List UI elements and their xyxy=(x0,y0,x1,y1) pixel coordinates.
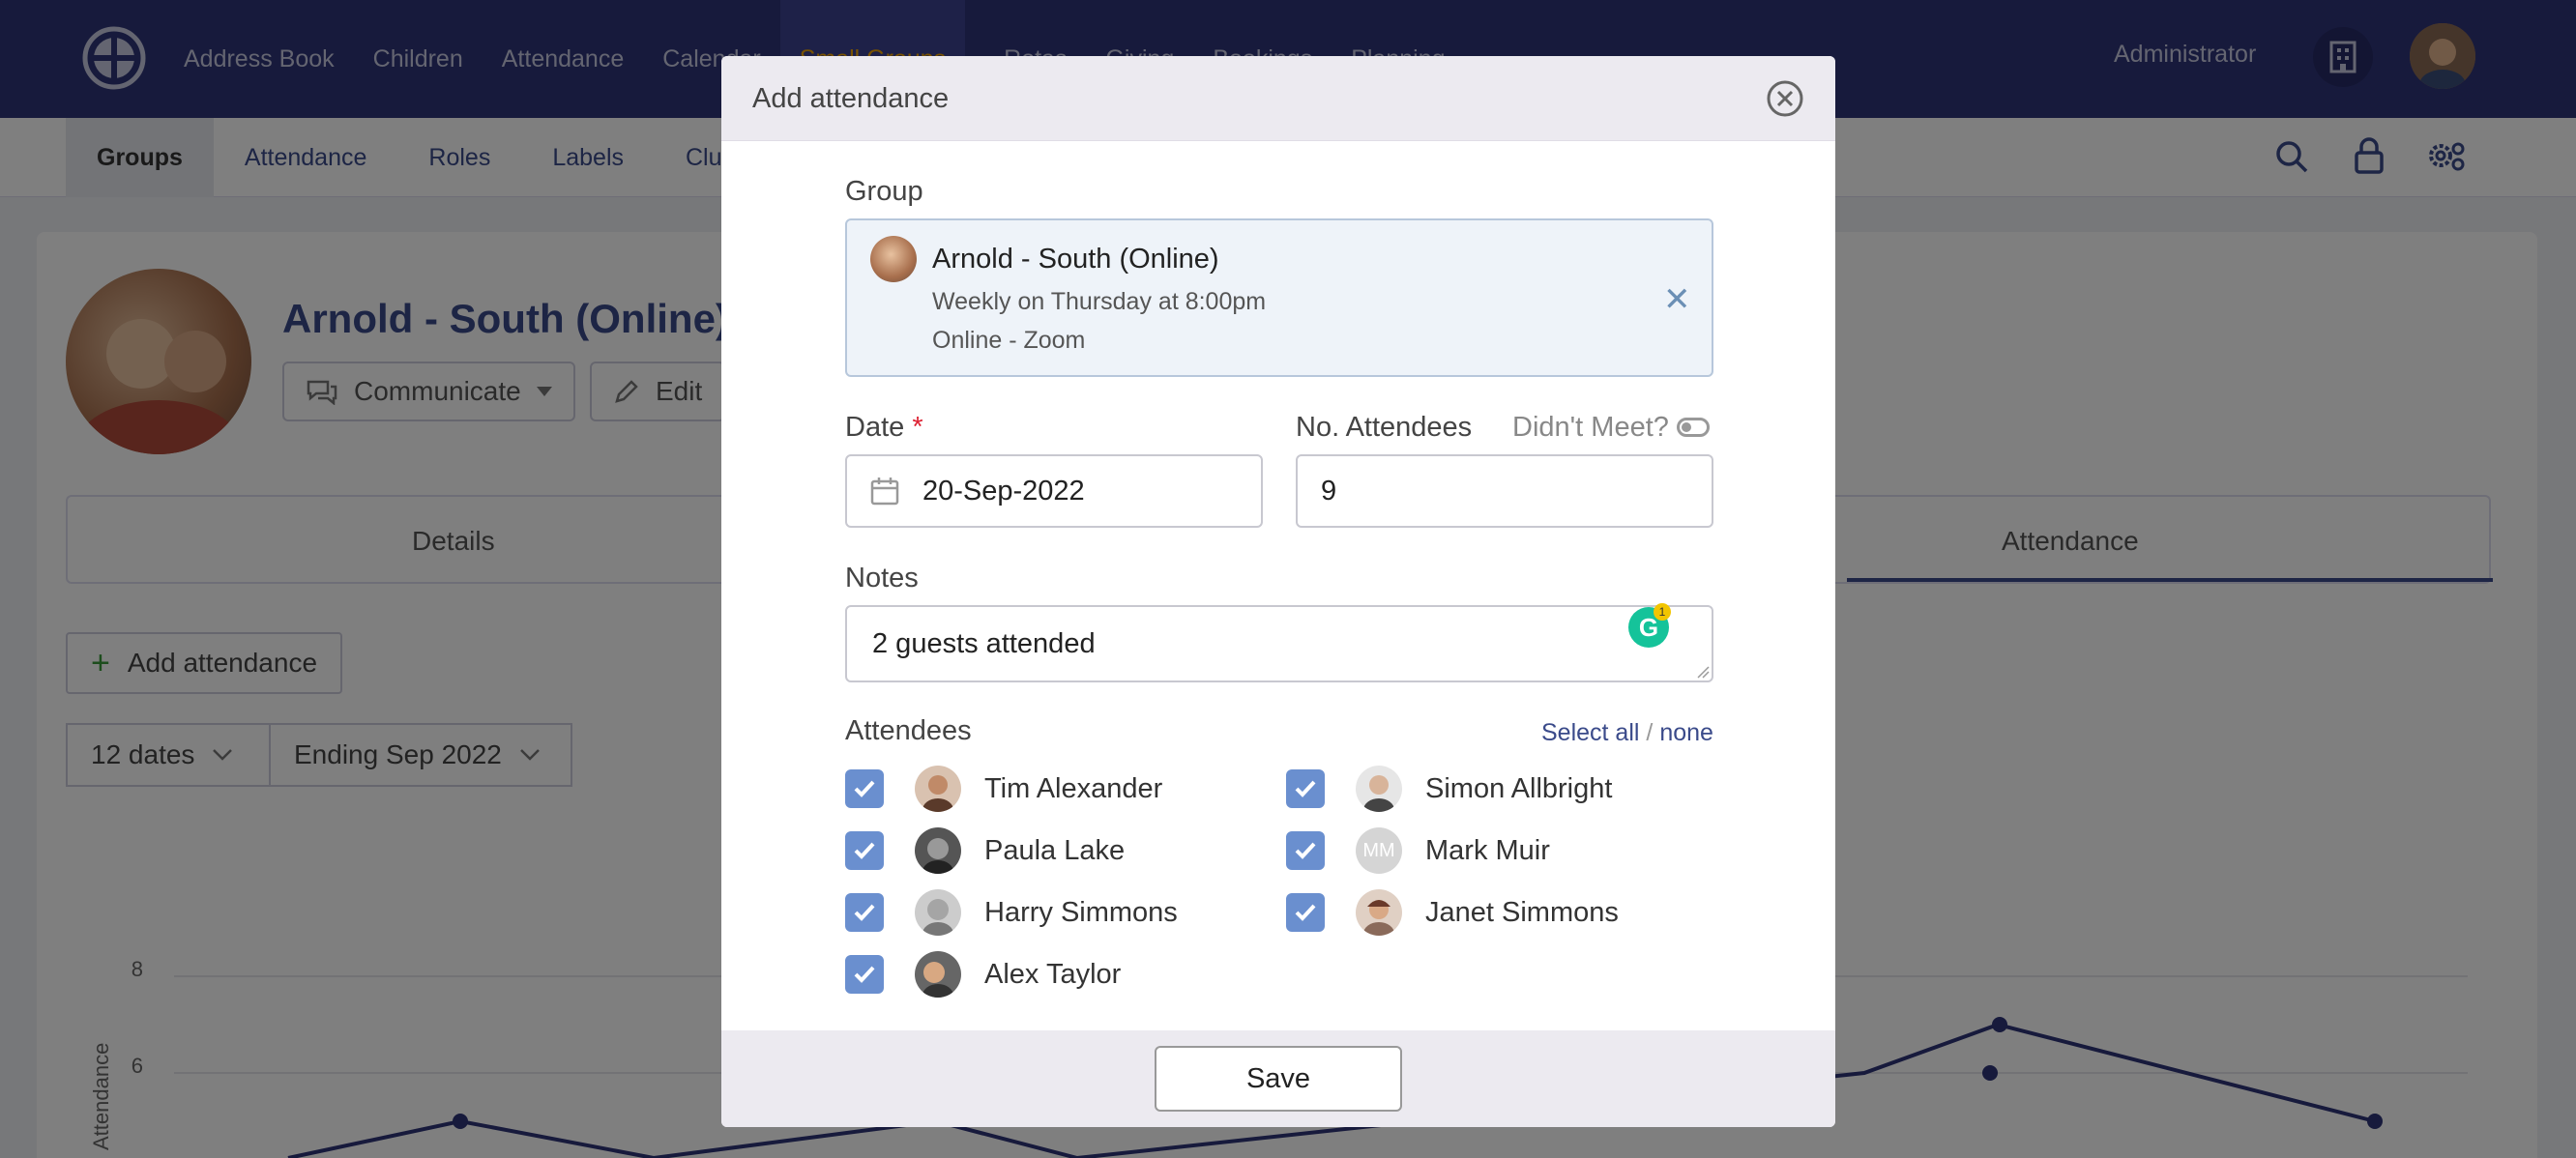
attendee-row[interactable]: MM Mark Muir xyxy=(1286,827,1550,874)
check-icon xyxy=(854,780,875,797)
didnt-meet-label: Didn't Meet? xyxy=(1512,412,1669,443)
check-icon xyxy=(1295,904,1316,921)
required-mark: * xyxy=(912,412,923,443)
attendees-label: Attendees xyxy=(845,715,972,746)
attendee-checkbox[interactable] xyxy=(845,955,884,994)
check-icon xyxy=(1295,842,1316,859)
attendee-row[interactable]: Harry Simmons xyxy=(845,889,1178,936)
attendee-checkbox[interactable] xyxy=(845,831,884,870)
modal-header: Add attendance xyxy=(721,56,1835,141)
notes-label: Notes xyxy=(845,563,919,593)
attendee-name: Alex Taylor xyxy=(984,958,1122,990)
select-all-none: Select all / none xyxy=(1541,719,1713,747)
attendee-name: Paula Lake xyxy=(984,834,1126,866)
attendee-initials-avatar: MM xyxy=(1356,827,1402,874)
attendee-count-value: 9 xyxy=(1321,475,1337,507)
check-icon xyxy=(854,904,875,921)
modal-footer: Save xyxy=(721,1030,1835,1127)
resize-handle-icon[interactable] xyxy=(1696,665,1710,679)
select-all-link[interactable]: Select all xyxy=(1541,719,1639,746)
check-icon xyxy=(854,966,875,983)
attendee-checkbox[interactable] xyxy=(1286,831,1325,870)
calendar-icon xyxy=(870,478,899,506)
attendee-avatar xyxy=(915,766,961,812)
attendee-checkbox[interactable] xyxy=(1286,769,1325,808)
notes-textarea[interactable]: 2 guests attended G 1 xyxy=(845,603,1713,682)
attendee-count-label: No. Attendees xyxy=(1296,412,1473,443)
date-input[interactable]: 20-Sep-2022 xyxy=(845,454,1263,528)
attendee-avatar xyxy=(915,827,961,874)
remove-group-icon[interactable]: ✕ xyxy=(1663,280,1691,319)
didnt-meet-toggle[interactable] xyxy=(1677,418,1710,437)
group-label: Group xyxy=(845,176,923,207)
grammarly-badge: 1 xyxy=(1654,603,1671,621)
attendee-avatar xyxy=(915,951,961,998)
selected-group-avatar xyxy=(870,236,917,282)
select-separator: / xyxy=(1646,719,1654,746)
attendee-row[interactable]: Alex Taylor xyxy=(845,951,1121,998)
modal-title: Add attendance xyxy=(752,83,950,114)
check-icon xyxy=(854,842,875,859)
attendee-row[interactable]: Simon Allbright xyxy=(1286,766,1612,812)
attendee-checkbox[interactable] xyxy=(845,769,884,808)
selected-group-schedule: Weekly on Thursday at 8:00pm xyxy=(932,288,1267,315)
attendee-checkbox[interactable] xyxy=(1286,893,1325,932)
attendee-name: Janet Simmons xyxy=(1425,896,1619,928)
attendee-checkbox[interactable] xyxy=(845,893,884,932)
date-value: 20-Sep-2022 xyxy=(922,475,1085,507)
attendee-row[interactable]: Tim Alexander xyxy=(845,766,1162,812)
attendee-name: Harry Simmons xyxy=(984,896,1178,928)
attendee-row[interactable]: Paula Lake xyxy=(845,827,1125,874)
selected-group-location: Online - Zoom xyxy=(932,327,1086,354)
select-none-link[interactable]: none xyxy=(1659,719,1713,746)
date-label-text: Date xyxy=(845,412,905,443)
selected-group-card: Arnold - South (Online) Weekly on Thursd… xyxy=(845,218,1713,377)
attendee-name: Simon Allbright xyxy=(1425,772,1613,804)
close-icon[interactable] xyxy=(1766,79,1804,118)
attendee-name: Mark Muir xyxy=(1425,834,1550,866)
attendee-count-input[interactable]: 9 xyxy=(1296,454,1713,528)
attendee-name: Tim Alexander xyxy=(984,772,1163,804)
check-icon xyxy=(1295,780,1316,797)
add-attendance-modal: Add attendance Group Arnold - South (Onl… xyxy=(721,56,1835,1127)
date-label: Date * xyxy=(845,412,923,444)
attendee-avatar xyxy=(1356,889,1402,936)
attendee-avatar xyxy=(915,889,961,936)
attendee-avatar xyxy=(1356,766,1402,812)
selected-group-name: Arnold - South (Online) xyxy=(932,244,1219,275)
save-button[interactable]: Save xyxy=(1155,1046,1402,1112)
attendee-row[interactable]: Janet Simmons xyxy=(1286,889,1619,936)
notes-value: 2 guests attended xyxy=(872,627,1096,659)
